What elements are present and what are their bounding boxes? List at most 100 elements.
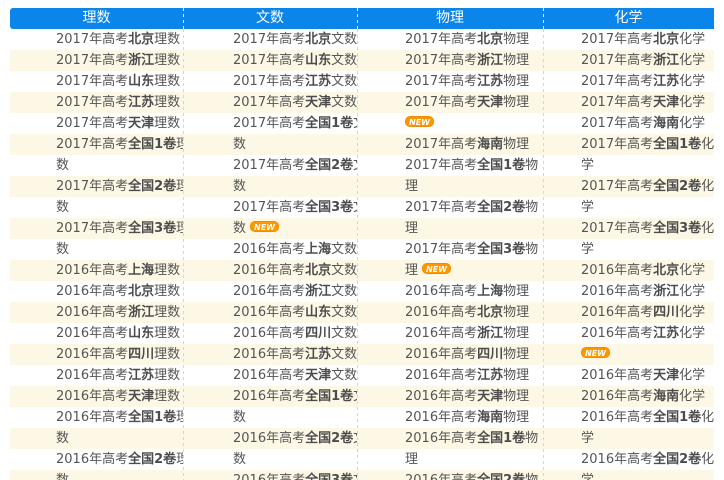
- paper-link[interactable]: 2017年高考北京化学: [581, 29, 714, 50]
- paper-link[interactable]: 2016年高考浙江物理: [405, 323, 543, 344]
- paper-link[interactable]: 2016年高考全国3卷文数: [233, 470, 357, 480]
- paper-link-line: 2017年高考北京文数: [233, 29, 357, 50]
- paper-link[interactable]: 2017年高考北京物理: [405, 29, 543, 50]
- paper-link[interactable]: 2017年高考全国1卷理数: [56, 134, 183, 176]
- paper-link[interactable]: 2016年高考天津化学: [581, 365, 714, 386]
- paper-link[interactable]: 2017年高考全国2卷化学: [581, 176, 714, 218]
- paper-link[interactable]: 2017年高考海南物理: [405, 134, 543, 155]
- paper-link[interactable]: 2017年高考北京理数: [56, 29, 183, 50]
- paper-link[interactable]: 2016年高考天津物理: [405, 386, 543, 407]
- paper-link[interactable]: 2016年高考天津理数: [56, 386, 183, 407]
- paper-link-line: 2016年高考全国2卷物: [405, 470, 543, 480]
- paper-link[interactable]: 2017年高考全国3卷化学: [581, 218, 714, 260]
- paper-link-line: 2017年高考天津理数: [56, 113, 183, 134]
- paper-link[interactable]: 2016年高考四川理数: [56, 344, 183, 365]
- paper-link-line: 2016年高考全国1卷理: [56, 407, 183, 428]
- paper-link[interactable]: 2016年高考四川化学: [581, 302, 714, 323]
- paper-link[interactable]: 2016年高考浙江文数: [233, 281, 357, 302]
- paper-link[interactable]: 2017年高考山东文数: [233, 50, 357, 71]
- paper-link[interactable]: 2016年高考全国1卷理数: [56, 407, 183, 449]
- paper-link-line: 数: [233, 449, 357, 470]
- paper-link[interactable]: 2017年高考江苏理数: [56, 92, 183, 113]
- paper-link[interactable]: 2017年高考浙江物理: [405, 50, 543, 71]
- paper-link[interactable]: 2016年高考北京化学: [581, 260, 714, 281]
- paper-link[interactable]: 2017年高考江苏文数: [233, 71, 357, 92]
- paper-link-line: 2016年高考浙江物理: [405, 323, 543, 344]
- paper-link[interactable]: 2017年高考全国2卷理数: [56, 176, 183, 218]
- paper-link-line: 学: [581, 428, 714, 449]
- paper-link[interactable]: 2017年高考海南化学: [581, 113, 714, 134]
- paper-link[interactable]: 2017年高考全国2卷物理: [405, 197, 543, 239]
- paper-link[interactable]: 2016年高考全国2卷化学: [581, 449, 714, 480]
- paper-link[interactable]: 2017年高考天津文数: [233, 92, 357, 113]
- paper-link[interactable]: 2017年高考江苏化学: [581, 71, 714, 92]
- paper-link[interactable]: 2017年高考江苏物理: [405, 71, 543, 92]
- paper-link[interactable]: 2017年高考全国3卷文数NEW: [233, 197, 357, 239]
- paper-link-line: 2017年高考全国2卷理: [56, 176, 183, 197]
- paper-link-line: 2016年高考北京化学: [581, 260, 714, 281]
- paper-link[interactable]: 2016年高考海南化学: [581, 386, 714, 407]
- paper-link-line: 2017年高考全国2卷文: [233, 155, 357, 176]
- paper-link-line: 2016年高考全国1卷物: [405, 428, 543, 449]
- paper-link[interactable]: 2016年高考江苏理数: [56, 365, 183, 386]
- paper-link[interactable]: 2017年高考北京文数: [233, 29, 357, 50]
- paper-link[interactable]: 2017年高考全国1卷化学: [581, 134, 714, 176]
- paper-link-line: 2016年高考江苏物理: [405, 365, 543, 386]
- paper-link-line: 学: [581, 155, 714, 176]
- paper-link[interactable]: 2016年高考浙江化学: [581, 281, 714, 302]
- paper-link-line: 2017年高考全国1卷文: [233, 113, 357, 134]
- paper-link-line: 理: [405, 176, 543, 197]
- paper-link[interactable]: 2017年高考浙江理数: [56, 50, 183, 71]
- paper-link-line: NEW: [405, 113, 543, 134]
- paper-link[interactable]: 2016年高考全国2卷文数: [233, 428, 357, 470]
- paper-link-line: 数: [56, 470, 183, 480]
- paper-link[interactable]: 2016年高考北京理数: [56, 281, 183, 302]
- column-list: 2017年高考北京物理2017年高考浙江物理2017年高考江苏物理2017年高考…: [357, 29, 543, 480]
- paper-link[interactable]: 2017年高考山东理数: [56, 71, 183, 92]
- paper-link[interactable]: 2016年高考海南物理: [405, 407, 543, 428]
- paper-link[interactable]: 2016年高考北京文数: [233, 260, 357, 281]
- paper-link-line: 2016年高考全国2卷理: [56, 449, 183, 470]
- paper-link[interactable]: 2017年高考全国3卷物理NEW: [405, 239, 543, 281]
- new-icon: NEW: [250, 221, 279, 232]
- paper-link[interactable]: 2017年高考全国3卷理数: [56, 218, 183, 260]
- subject-column: 文数2017年高考北京文数2017年高考山东文数2017年高考江苏文数2017年…: [183, 8, 357, 480]
- paper-link[interactable]: 2016年高考北京物理: [405, 302, 543, 323]
- paper-link[interactable]: 2017年高考天津理数: [56, 113, 183, 134]
- paper-link[interactable]: 2016年高考全国1卷文数: [233, 386, 357, 428]
- subject-column: 物理2017年高考北京物理2017年高考浙江物理2017年高考江苏物理2017年…: [357, 8, 543, 480]
- exam-paper-page: 理数2017年高考北京理数2017年高考浙江理数2017年高考山东理数2017年…: [0, 0, 724, 480]
- paper-link[interactable]: 2016年高考天津文数: [233, 365, 357, 386]
- paper-link[interactable]: 2017年高考天津物理NEW: [405, 92, 543, 134]
- paper-link-line: 2016年高考天津物理: [405, 386, 543, 407]
- paper-link[interactable]: 2016年高考上海理数: [56, 260, 183, 281]
- paper-link[interactable]: 2017年高考全国2卷文数: [233, 155, 357, 197]
- paper-link[interactable]: 2016年高考四川物理: [405, 344, 543, 365]
- paper-link[interactable]: 2017年高考全国1卷物理: [405, 155, 543, 197]
- paper-link-line: 2016年高考江苏理数: [56, 365, 183, 386]
- paper-link-line: 2017年高考全国1卷理: [56, 134, 183, 155]
- paper-link[interactable]: 2017年高考全国1卷文数: [233, 113, 357, 155]
- paper-link-line: 2016年高考北京物理: [405, 302, 543, 323]
- paper-link[interactable]: 2016年高考江苏物理: [405, 365, 543, 386]
- paper-link-line: 2016年高考全国3卷文: [233, 470, 357, 480]
- paper-link[interactable]: 2016年高考山东理数: [56, 323, 183, 344]
- paper-link-line: 2017年高考江苏物理: [405, 71, 543, 92]
- paper-link[interactable]: 2017年高考浙江化学: [581, 50, 714, 71]
- paper-link[interactable]: 2016年高考全国2卷理数: [56, 449, 183, 480]
- paper-link[interactable]: 2016年高考山东文数: [233, 302, 357, 323]
- paper-link[interactable]: 2016年高考上海文数: [233, 239, 357, 260]
- paper-link[interactable]: 2016年高考浙江理数: [56, 302, 183, 323]
- paper-link[interactable]: 2016年高考江苏化学NEW: [581, 323, 714, 365]
- paper-link[interactable]: 2016年高考四川文数: [233, 323, 357, 344]
- paper-link[interactable]: 2017年高考天津化学: [581, 92, 714, 113]
- paper-link-line: 2017年高考北京化学: [581, 29, 714, 50]
- paper-link[interactable]: 2016年高考全国2卷物理: [405, 470, 543, 480]
- paper-link-line: 2016年高考浙江化学: [581, 281, 714, 302]
- paper-link[interactable]: 2016年高考江苏文数: [233, 344, 357, 365]
- paper-link[interactable]: 2016年高考上海物理: [405, 281, 543, 302]
- paper-link-line: 2016年高考全国2卷文: [233, 428, 357, 449]
- paper-link[interactable]: 2016年高考全国1卷化学: [581, 407, 714, 449]
- paper-link-line: 2017年高考海南物理: [405, 134, 543, 155]
- paper-link[interactable]: 2016年高考全国1卷物理: [405, 428, 543, 470]
